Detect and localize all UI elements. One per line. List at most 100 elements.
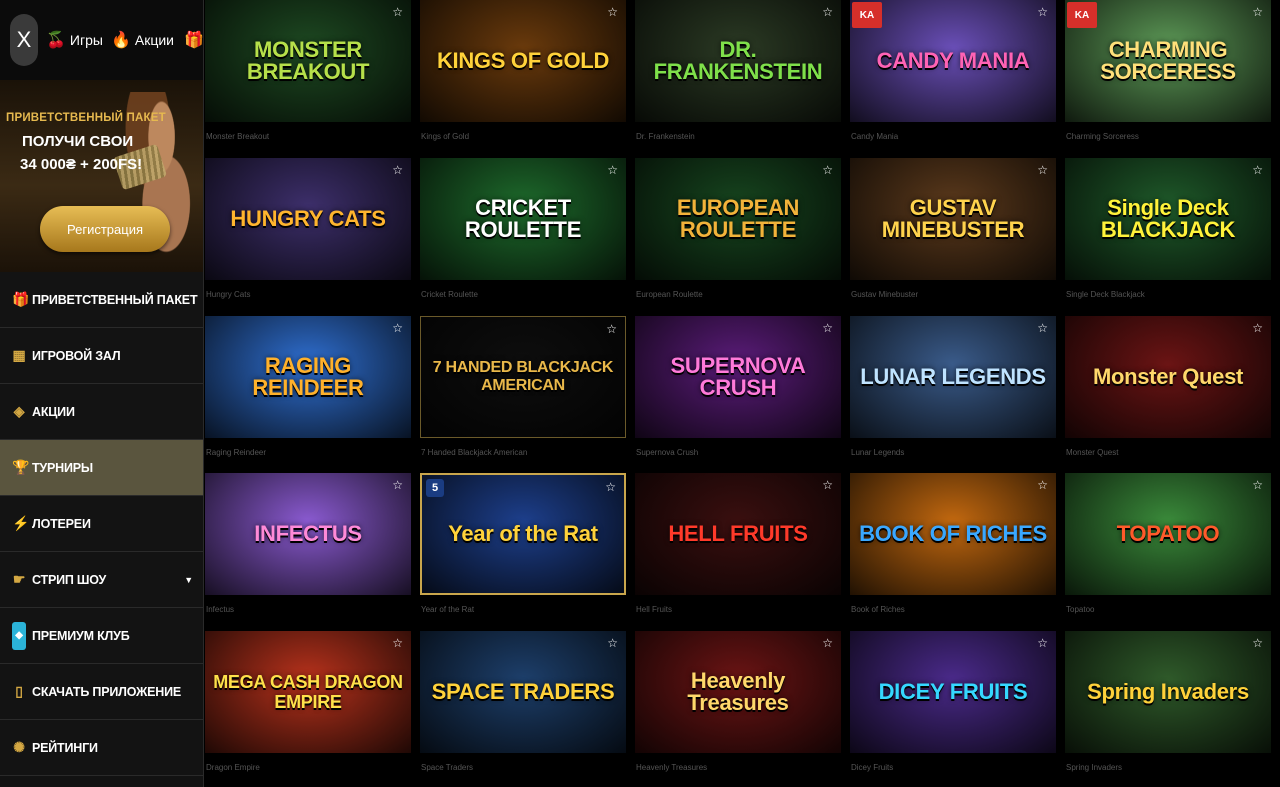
favorite-star-icon[interactable]: ☆: [1252, 163, 1263, 177]
menu-item-welcome[interactable]: 🎁 ПРИВЕТСТВЕННЫЙ ПАКЕТ: [0, 272, 203, 328]
favorite-star-icon[interactable]: ☆: [1037, 478, 1048, 492]
favorite-star-icon[interactable]: ☆: [822, 636, 833, 650]
favorite-star-icon[interactable]: ☆: [822, 163, 833, 177]
favorite-star-icon[interactable]: ☆: [392, 5, 403, 19]
game-tile[interactable]: HELL FRUITS ☆ Hell Fruits: [635, 473, 841, 625]
game-tile[interactable]: Spring Invaders ☆ Spring Invaders: [1065, 631, 1271, 783]
game-tile[interactable]: KA CANDY MANIA ☆ Candy Mania: [850, 0, 1056, 152]
game-tile[interactable]: HUNGRY CATS ☆ Hungry Cats: [205, 158, 411, 310]
game-caption[interactable]: Year of the Rat: [420, 595, 626, 625]
menu-item-game-hall[interactable]: ▦ ИГРОВОЙ ЗАЛ: [0, 328, 203, 384]
game-thumbnail[interactable]: MEGA CASH DRAGON EMPIRE ☆: [205, 631, 411, 753]
game-caption[interactable]: Spring Invaders: [1065, 753, 1271, 783]
game-tile[interactable]: Monster Quest ☆ Monster Quest: [1065, 316, 1271, 468]
game-caption[interactable]: Hungry Cats: [205, 280, 411, 310]
game-tile[interactable]: SUPERNOVA CRUSH ☆ Supernova Crush: [635, 316, 841, 468]
favorite-star-icon[interactable]: ☆: [822, 321, 833, 335]
promos-link[interactable]: 🔥 Акции: [111, 30, 174, 50]
menu-item-premium-club[interactable]: ◆ ПРЕМИУМ КЛУБ: [0, 608, 203, 664]
game-caption[interactable]: Single Deck Blackjack: [1065, 280, 1271, 310]
game-caption[interactable]: Monster Quest: [1065, 438, 1271, 468]
game-caption[interactable]: 7 Handed Blackjack American: [420, 438, 626, 468]
favorite-star-icon[interactable]: ☆: [1252, 478, 1263, 492]
game-tile[interactable]: LUNAR LEGENDS ☆ Lunar Legends: [850, 316, 1056, 468]
favorite-star-icon[interactable]: ☆: [606, 322, 617, 336]
game-thumbnail[interactable]: KINGS OF GOLD ☆: [420, 0, 626, 122]
game-tile[interactable]: BOOK OF RICHES ☆ Book of Riches: [850, 473, 1056, 625]
menu-item-strip-show[interactable]: ☛ СТРИП ШОУ ▼: [0, 552, 203, 608]
favorite-star-icon[interactable]: ☆: [607, 636, 618, 650]
game-caption[interactable]: European Roulette: [635, 280, 841, 310]
game-tile[interactable]: DICEY FRUITS ☆ Dicey Fruits: [850, 631, 1056, 783]
game-thumbnail[interactable]: HELL FRUITS ☆: [635, 473, 841, 595]
game-thumbnail[interactable]: 5 Year of the Rat ☆: [420, 473, 626, 595]
close-menu-button[interactable]: X: [10, 14, 38, 66]
welcome-promo-banner[interactable]: ПРИВЕТСТВЕННЫЙ ПАКЕТ ПОЛУЧИ СВОИ 34 000₴…: [0, 80, 203, 272]
game-thumbnail[interactable]: SUPERNOVA CRUSH ☆: [635, 316, 841, 438]
game-thumbnail[interactable]: TOPATOO ☆: [1065, 473, 1271, 595]
game-thumbnail[interactable]: GUSTAV MINEBUSTER ☆: [850, 158, 1056, 280]
menu-item-tournaments[interactable]: 🏆 ТУРНИРЫ: [0, 440, 203, 496]
game-caption[interactable]: Dragon Empire: [205, 753, 411, 783]
game-thumbnail[interactable]: HUNGRY CATS ☆: [205, 158, 411, 280]
favorite-star-icon[interactable]: ☆: [1037, 636, 1048, 650]
game-caption[interactable]: Gustav Minebuster: [850, 280, 1056, 310]
menu-item-download-app[interactable]: ▯ СКАЧАТЬ ПРИЛОЖЕНИЕ: [0, 664, 203, 720]
game-thumbnail[interactable]: RAGING REINDEER ☆: [205, 316, 411, 438]
game-thumbnail[interactable]: SPACE TRADERS ☆: [420, 631, 626, 753]
favorite-star-icon[interactable]: ☆: [1037, 163, 1048, 177]
game-thumbnail[interactable]: Spring Invaders ☆: [1065, 631, 1271, 753]
favorite-star-icon[interactable]: ☆: [607, 163, 618, 177]
game-caption[interactable]: Book of Riches: [850, 595, 1056, 625]
game-thumbnail[interactable]: DR. FRANKENSTEIN ☆: [635, 0, 841, 122]
game-thumbnail[interactable]: DICEY FRUITS ☆: [850, 631, 1056, 753]
game-tile[interactable]: CRICKET ROULETTE ☆ Cricket Roulette: [420, 158, 626, 310]
game-tile[interactable]: RAGING REINDEER ☆ Raging Reindeer: [205, 316, 411, 468]
game-tile[interactable]: 5 Year of the Rat ☆ Year of the Rat: [420, 473, 626, 625]
game-caption[interactable]: Space Traders: [420, 753, 626, 783]
game-tile[interactable]: EUROPEAN ROULETTE ☆ European Roulette: [635, 158, 841, 310]
menu-item-ratings[interactable]: ✺ РЕЙТИНГИ: [0, 720, 203, 776]
favorite-star-icon[interactable]: ☆: [822, 478, 833, 492]
game-tile[interactable]: Heavenly Treasures ☆ Heavenly Treasures: [635, 631, 841, 783]
game-tile[interactable]: DR. FRANKENSTEIN ☆ Dr. Frankenstein: [635, 0, 841, 152]
game-caption[interactable]: Supernova Crush: [635, 438, 841, 468]
game-caption[interactable]: Hell Fruits: [635, 595, 841, 625]
game-tile[interactable]: Single Deck BLACKJACK ☆ Single Deck Blac…: [1065, 158, 1271, 310]
game-caption[interactable]: Topatoo: [1065, 595, 1271, 625]
game-caption[interactable]: Dicey Fruits: [850, 753, 1056, 783]
favorite-star-icon[interactable]: ☆: [392, 321, 403, 335]
game-caption[interactable]: Charming Sorceress: [1065, 122, 1271, 152]
game-thumbnail[interactable]: KA CANDY MANIA ☆: [850, 0, 1056, 122]
gift-icon[interactable]: 🎁: [184, 30, 204, 50]
game-caption[interactable]: Monster Breakout: [205, 122, 411, 152]
game-thumbnail[interactable]: LUNAR LEGENDS ☆: [850, 316, 1056, 438]
game-caption[interactable]: Lunar Legends: [850, 438, 1056, 468]
game-tile[interactable]: KA CHARMING SORCERESS ☆ Charming Sorcere…: [1065, 0, 1271, 152]
favorite-star-icon[interactable]: ☆: [605, 480, 616, 494]
game-caption[interactable]: Heavenly Treasures: [635, 753, 841, 783]
game-tile[interactable]: INFECTUS ☆ Infectus: [205, 473, 411, 625]
games-link[interactable]: 🍒 Игры: [46, 30, 103, 50]
favorite-star-icon[interactable]: ☆: [607, 5, 618, 19]
game-thumbnail[interactable]: 7 HANDED BLACKJACK AMERICAN ☆: [420, 316, 626, 438]
game-thumbnail[interactable]: EUROPEAN ROULETTE ☆: [635, 158, 841, 280]
game-caption[interactable]: Kings of Gold: [420, 122, 626, 152]
game-tile[interactable]: KINGS OF GOLD ☆ Kings of Gold: [420, 0, 626, 152]
game-thumbnail[interactable]: MONSTER BREAKOUT ☆: [205, 0, 411, 122]
game-caption[interactable]: Cricket Roulette: [420, 280, 626, 310]
game-thumbnail[interactable]: CRICKET ROULETTE ☆: [420, 158, 626, 280]
favorite-star-icon[interactable]: ☆: [1037, 5, 1048, 19]
game-caption[interactable]: Raging Reindeer: [205, 438, 411, 468]
game-thumbnail[interactable]: INFECTUS ☆: [205, 473, 411, 595]
game-caption[interactable]: Dr. Frankenstein: [635, 122, 841, 152]
game-tile[interactable]: 7 HANDED BLACKJACK AMERICAN ☆ 7 Handed B…: [420, 316, 626, 468]
menu-item-promotions[interactable]: ◈ АКЦИИ: [0, 384, 203, 440]
game-tile[interactable]: GUSTAV MINEBUSTER ☆ Gustav Minebuster: [850, 158, 1056, 310]
game-caption[interactable]: Infectus: [205, 595, 411, 625]
game-thumbnail[interactable]: Monster Quest ☆: [1065, 316, 1271, 438]
game-tile[interactable]: SPACE TRADERS ☆ Space Traders: [420, 631, 626, 783]
favorite-star-icon[interactable]: ☆: [392, 478, 403, 492]
favorite-star-icon[interactable]: ☆: [1252, 5, 1263, 19]
game-thumbnail[interactable]: BOOK OF RICHES ☆: [850, 473, 1056, 595]
